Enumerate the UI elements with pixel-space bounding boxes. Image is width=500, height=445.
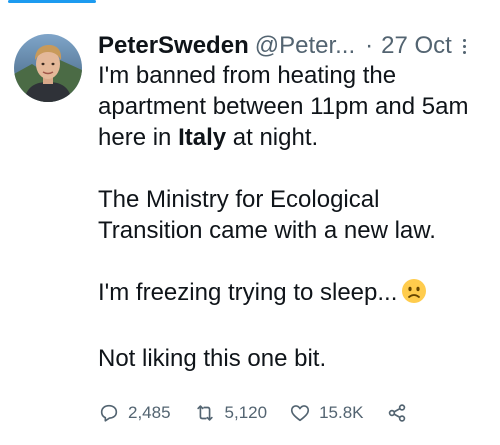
tweet-paragraph: I'm banned from heating the apartment be…	[98, 60, 488, 153]
author-handle[interactable]: @Peter...	[255, 32, 355, 60]
tweet-line: here in	[98, 124, 179, 151]
bold-text: Italy	[178, 124, 227, 151]
retweet-button[interactable]: 5,120	[193, 402, 268, 424]
tweet-paragraph: The Ministry for Ecological Transition c…	[98, 184, 488, 246]
avatar-image	[14, 34, 82, 102]
more-options-icon[interactable]	[458, 34, 472, 58]
tweet-line: at night.	[226, 124, 319, 151]
tweet-line: Transition came with a new law.	[98, 217, 436, 244]
share-button[interactable]	[386, 402, 416, 424]
tweet-line: The Ministry for Ecological	[98, 186, 380, 213]
retweet-icon	[196, 405, 213, 421]
tweet-date[interactable]: 27 Oct	[381, 32, 452, 60]
share-icon	[388, 404, 405, 422]
retweet-count: 5,120	[224, 403, 268, 422]
author-name[interactable]: PeterSweden	[98, 32, 249, 60]
heart-icon	[291, 405, 310, 422]
tweet-paragraph: Not liking this one bit.	[98, 343, 488, 374]
tweet-line: apartment between 11pm and 5am	[98, 93, 469, 120]
tweet-header: PeterSweden @Peter... · 27 Oct	[98, 30, 488, 62]
tweet-paragraph: I'm freezing trying to sleep...	[98, 277, 488, 312]
tweet[interactable]: PeterSweden @Peter... · 27 Oct I'm banne…	[0, 0, 500, 445]
confused-face-icon	[401, 278, 427, 312]
reply-count: 2,485	[128, 403, 171, 422]
tweet-actions: 2,485 5,120 15.8K	[98, 398, 438, 428]
tweet-line: I'm freezing trying to sleep...	[98, 279, 398, 306]
reply-icon	[100, 404, 118, 422]
tweet-line: Not liking this one bit.	[98, 345, 327, 372]
avatar[interactable]	[14, 34, 82, 102]
separator-dot: ·	[365, 32, 374, 59]
tweet-text: I'm banned from heating the apartment be…	[98, 60, 488, 374]
tweet-line: I'm banned from heating the	[98, 62, 397, 89]
like-button[interactable]: 15.8K	[289, 402, 364, 424]
reply-button[interactable]: 2,485	[98, 402, 171, 424]
like-count: 15.8K	[319, 403, 364, 422]
